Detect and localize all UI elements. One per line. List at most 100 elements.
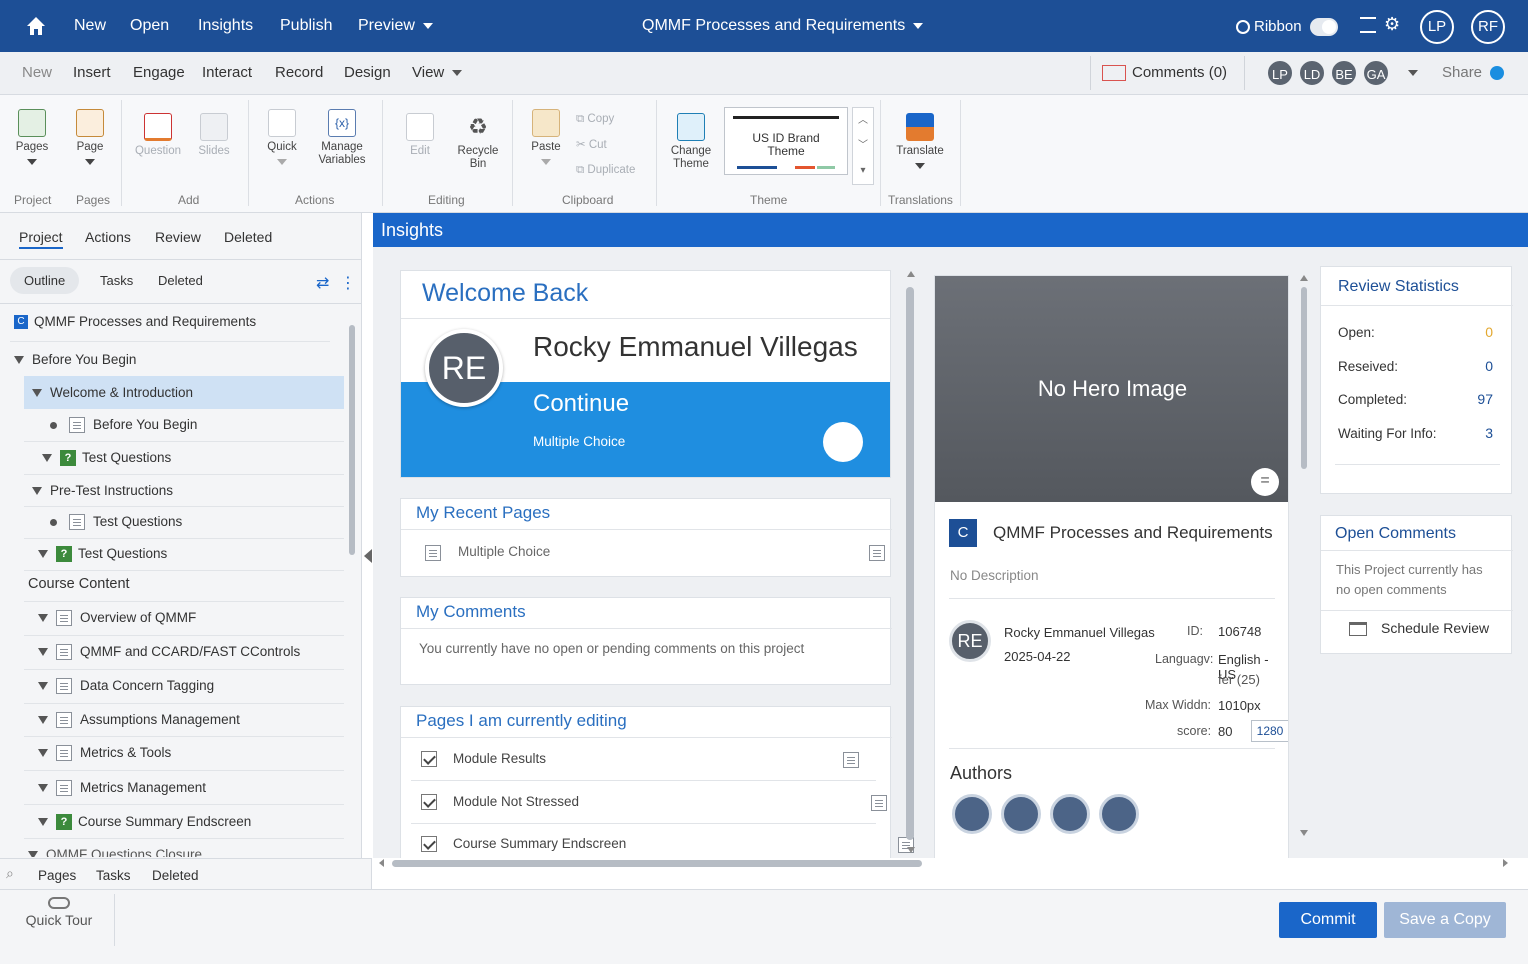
menu-view[interactable]: View xyxy=(412,52,463,94)
change-theme-button[interactable]: Change Theme xyxy=(668,113,714,171)
menu-insert[interactable]: Insert xyxy=(73,52,111,94)
tree-item-before-you-begin[interactable]: Before You Begin xyxy=(14,352,136,367)
chevron-down-icon[interactable]: ﹀ xyxy=(853,133,873,158)
tree-item-course-summary[interactable]: ? Course Summary Endscreen xyxy=(38,814,251,831)
scroll-right-icon[interactable] xyxy=(1503,859,1508,867)
user-avatar-lp[interactable]: LP xyxy=(1420,10,1454,44)
more-icon[interactable]: ▾ xyxy=(853,158,873,183)
tab-deleted[interactable]: Deleted xyxy=(224,229,272,245)
bottom-tab-deleted[interactable]: Deleted xyxy=(152,868,199,883)
author-avatar-icon[interactable] xyxy=(1001,794,1041,834)
layout-icon[interactable] xyxy=(1360,17,1376,33)
tree-item-data-concern[interactable]: Data Concern Tagging xyxy=(38,678,214,695)
collapse-panel-icon[interactable] xyxy=(364,549,372,563)
theme-scroll[interactable]: ︿ ﹀ ▾ xyxy=(852,107,874,185)
checkbox-icon[interactable] xyxy=(421,794,437,811)
gear-icon[interactable]: ⚙ xyxy=(1384,14,1400,35)
open-page-icon[interactable] xyxy=(868,544,885,561)
checkbox-icon[interactable] xyxy=(421,836,437,853)
subtab-deleted[interactable]: Deleted xyxy=(158,273,203,288)
copy-button[interactable]: ⧉ Copy xyxy=(576,113,614,126)
tree-item-metrics-mgmt[interactable]: Metrics Management xyxy=(38,780,206,797)
toggle-switch[interactable] xyxy=(1309,18,1338,37)
recycle-bin-button[interactable]: ♻ Recycle Bin xyxy=(456,113,500,171)
tab-review[interactable]: Review xyxy=(155,229,201,245)
menu-interact[interactable]: Interact xyxy=(202,52,252,94)
scroll-up-icon[interactable] xyxy=(907,271,915,277)
tree-item-test-questions-1[interactable]: ? Test Questions xyxy=(42,450,171,467)
duplicate-button[interactable]: ⧉ Duplicate xyxy=(576,164,635,177)
search-icon[interactable]: ⌕ xyxy=(6,865,14,882)
edit-button[interactable]: Edit xyxy=(398,113,442,158)
comments-button[interactable]: Comments (0) xyxy=(1102,52,1227,94)
tree-item-metrics-tools[interactable]: Metrics & Tools xyxy=(38,745,171,762)
home-icon[interactable] xyxy=(24,14,48,38)
tree-item-overview[interactable]: Overview of QMMF xyxy=(38,610,196,627)
question-button[interactable]: Question xyxy=(134,113,182,158)
nav-preview[interactable]: Preview xyxy=(358,0,433,52)
manage-variables-button[interactable]: {x} Manage Variables xyxy=(316,109,368,167)
score-box[interactable]: 1280 xyxy=(1251,720,1288,742)
tab-actions[interactable]: Actions xyxy=(85,229,131,245)
theme-preview[interactable]: US ID Brand Theme xyxy=(724,107,848,175)
quick-button[interactable]: Quick xyxy=(260,109,304,167)
menu-new[interactable]: New xyxy=(22,52,52,94)
more-vertical-icon[interactable]: ⋮ xyxy=(340,273,356,293)
menu-design[interactable]: Design xyxy=(344,52,391,94)
subtab-tasks[interactable]: Tasks xyxy=(100,273,133,288)
scroll-up-icon[interactable] xyxy=(1300,275,1308,281)
chevron-up-icon[interactable]: ︿ xyxy=(853,108,873,133)
bottom-tab-tasks[interactable]: Tasks xyxy=(96,868,131,883)
pages-button[interactable]: Pages xyxy=(12,109,52,167)
left-scrollbar-thumb[interactable] xyxy=(349,325,355,555)
tab-project[interactable]: Project xyxy=(19,229,63,249)
tree-root[interactable]: C QMMF Processes and Requirements xyxy=(14,314,256,330)
tree-item-assumptions[interactable]: Assumptions Management xyxy=(38,712,240,729)
nav-publish[interactable]: Publish xyxy=(280,0,332,52)
collaborator-avatar-lp[interactable]: LP xyxy=(1266,59,1294,87)
tree-item-before-you-begin-page[interactable]: Before You Begin xyxy=(50,417,197,434)
nav-new[interactable]: New xyxy=(74,0,106,52)
tree-item-ccard[interactable]: QMMF and CCARD/FAST CControls xyxy=(38,644,300,661)
collapse-hero-icon[interactable]: = xyxy=(1251,468,1279,496)
menu-record[interactable]: Record xyxy=(275,52,323,94)
tree-item-pretest[interactable]: Pre-Test Instructions xyxy=(32,483,173,498)
sync-icon[interactable]: ⇄ xyxy=(316,273,329,293)
bottom-tab-pages[interactable]: Pages xyxy=(38,868,76,883)
collaborator-avatar-ld[interactable]: LD xyxy=(1298,59,1326,87)
tree-item-welcome[interactable]: Welcome & Introduction xyxy=(32,385,193,400)
tree-item-cut-off[interactable]: QMMF Questions Closure xyxy=(28,847,202,857)
chevron-down-icon[interactable] xyxy=(1408,70,1418,76)
collaborator-avatar-ga[interactable]: GA xyxy=(1362,59,1390,87)
editing-item[interactable]: Module Not Stressed xyxy=(421,794,579,811)
tree-item-course-content[interactable]: Course Content xyxy=(28,576,130,592)
paste-button[interactable]: Paste xyxy=(526,109,566,167)
checkbox-icon[interactable] xyxy=(421,751,437,768)
column-scrollbar-thumb[interactable] xyxy=(906,287,914,840)
editing-item[interactable]: Course Summary Endscreen xyxy=(421,836,626,853)
slides-button[interactable]: Slides xyxy=(192,113,236,158)
scroll-down-icon[interactable] xyxy=(907,847,915,853)
project-title-dropdown[interactable]: QMMF Processes and Requirements xyxy=(642,0,924,52)
menu-engage[interactable]: Engage xyxy=(133,52,185,94)
user-avatar-rf[interactable]: RF xyxy=(1471,10,1505,44)
tree-item-test-questions-2[interactable]: Test Questions xyxy=(50,514,182,531)
open-page-icon[interactable] xyxy=(843,751,859,768)
collaborator-avatar-be[interactable]: BE xyxy=(1330,59,1358,87)
document-icon[interactable] xyxy=(823,422,863,462)
scroll-left-icon[interactable] xyxy=(379,859,384,867)
cut-button[interactable]: ✂ Cut xyxy=(576,139,607,152)
open-page-icon[interactable] xyxy=(870,794,887,811)
page-button[interactable]: Page xyxy=(70,109,110,167)
nav-insights[interactable]: Insights xyxy=(198,0,253,52)
quick-tour-button[interactable]: Quick Tour xyxy=(22,896,96,928)
author-avatar-icon[interactable] xyxy=(1050,794,1090,834)
commit-button[interactable]: Commit xyxy=(1279,902,1377,938)
horizontal-scrollbar-thumb[interactable] xyxy=(392,860,922,867)
translate-button[interactable]: Translate xyxy=(894,113,946,171)
author-avatar-icon[interactable] xyxy=(1099,794,1139,834)
save-copy-button[interactable]: Save a Copy xyxy=(1384,902,1506,938)
editing-item[interactable]: Module Results xyxy=(421,751,546,768)
ribbon-toggle[interactable]: Ribbon xyxy=(1236,16,1338,38)
schedule-review-button[interactable]: Schedule Review xyxy=(1349,620,1489,637)
